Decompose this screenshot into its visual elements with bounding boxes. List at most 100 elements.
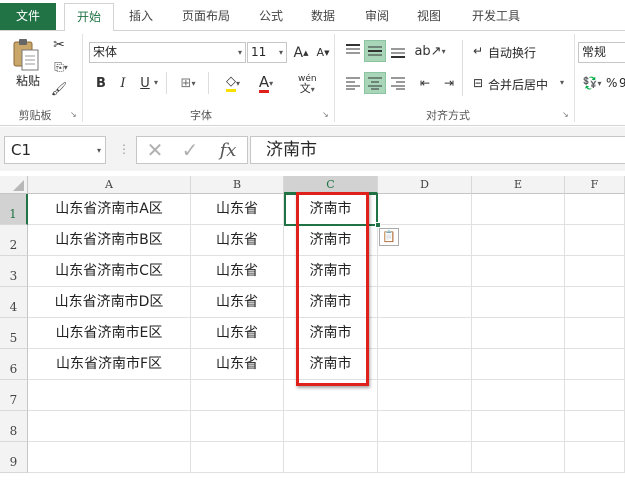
cell-f9[interactable]	[565, 442, 625, 473]
grow-font-button[interactable]: A ▲	[292, 42, 310, 63]
dialog-launcher-icon[interactable]: ↘	[322, 110, 329, 119]
cancel-icon[interactable]: ✕	[143, 138, 167, 162]
align-middle-icon[interactable]	[364, 40, 386, 62]
cell-d6[interactable]	[378, 349, 472, 380]
cell-b5[interactable]: 山东省	[191, 318, 284, 349]
shrink-font-button[interactable]: A ▼	[314, 42, 332, 63]
tab-developer[interactable]: 开发工具	[460, 3, 532, 30]
cell-c8[interactable]	[284, 411, 378, 442]
font-color-button[interactable]: A ▾	[254, 72, 278, 94]
format-painter-icon[interactable]: 🖌	[50, 80, 68, 98]
cell-f7[interactable]	[565, 380, 625, 411]
cell-e2[interactable]	[472, 225, 565, 256]
wrap-text-button[interactable]: 自动换行	[488, 44, 536, 61]
cell-f4[interactable]	[565, 287, 625, 318]
insert-function-button[interactable]: fx	[214, 138, 242, 162]
row-header[interactable]: 2	[0, 225, 28, 256]
column-header-f[interactable]: F	[565, 176, 625, 194]
cell-a3[interactable]: 山东省济南市C区	[28, 256, 191, 287]
paste-button-label[interactable]: 粘贴	[10, 72, 46, 89]
row-header[interactable]: 7	[0, 380, 28, 411]
wrap-text-icon[interactable]: ↵	[470, 42, 486, 60]
chevron-down-icon[interactable]: ▾	[154, 78, 158, 87]
cell-e6[interactable]	[472, 349, 565, 380]
cell-d5[interactable]	[378, 318, 472, 349]
cell-f2[interactable]	[565, 225, 625, 256]
cell-a2[interactable]: 山东省济南市B区	[28, 225, 191, 256]
cell-c9[interactable]	[284, 442, 378, 473]
tab-formulas[interactable]: 公式	[248, 3, 294, 30]
cell-b3[interactable]: 山东省	[191, 256, 284, 287]
decrease-indent-icon[interactable]: ⇤	[414, 72, 436, 94]
cell-d4[interactable]	[378, 287, 472, 318]
column-header-a[interactable]: A	[28, 176, 191, 194]
resize-handle-icon[interactable]: ⋮	[118, 142, 130, 156]
number-format-combo[interactable]: 常规	[578, 42, 625, 63]
copy-icon[interactable]: ⎘ ▾	[50, 58, 72, 76]
cell-b9[interactable]	[191, 442, 284, 473]
borders-icon[interactable]: ⊞ ▾	[176, 74, 200, 92]
cell-e3[interactable]	[472, 256, 565, 287]
dialog-launcher-icon[interactable]: ↘	[562, 110, 569, 119]
cell-a1[interactable]: 山东省济南市A区	[28, 194, 191, 225]
paste-icon[interactable]	[10, 38, 40, 72]
column-header-e[interactable]: E	[472, 176, 565, 194]
cell-f3[interactable]	[565, 256, 625, 287]
bold-button[interactable]: B	[94, 74, 108, 92]
cell-f1[interactable]	[565, 194, 625, 225]
cell-a8[interactable]	[28, 411, 191, 442]
cell-e4[interactable]	[472, 287, 565, 318]
tab-home[interactable]: 开始	[64, 3, 114, 31]
cell-b4[interactable]: 山东省	[191, 287, 284, 318]
cell-e1[interactable]	[472, 194, 565, 225]
column-header-b[interactable]: B	[191, 176, 284, 194]
cell-b1[interactable]: 山东省	[191, 194, 284, 225]
column-header-d[interactable]: D	[378, 176, 472, 194]
align-left-icon[interactable]	[342, 72, 364, 94]
fill-color-icon[interactable]: ◇ ▾	[222, 72, 244, 94]
flash-fill-options-icon[interactable]: 📋	[379, 228, 399, 246]
row-header[interactable]: 5	[0, 318, 28, 349]
font-size-combo[interactable]: 11 ▾	[247, 42, 287, 63]
cell-f6[interactable]	[565, 349, 625, 380]
cell-b2[interactable]: 山东省	[191, 225, 284, 256]
cell-f8[interactable]	[565, 411, 625, 442]
tab-review[interactable]: 审阅	[354, 3, 400, 30]
row-header[interactable]: 4	[0, 287, 28, 318]
tab-file[interactable]: 文件	[0, 3, 56, 30]
percent-style-button[interactable]: %	[606, 76, 617, 90]
cell-b6[interactable]: 山东省	[191, 349, 284, 380]
select-all-corner[interactable]	[0, 176, 28, 194]
cell-d9[interactable]	[378, 442, 472, 473]
cell-a6[interactable]: 山东省济南市F区	[28, 349, 191, 380]
row-header[interactable]: 3	[0, 256, 28, 287]
comma-style-button[interactable]: 9	[619, 76, 625, 90]
cell-d7[interactable]	[378, 380, 472, 411]
orientation-icon[interactable]: ab↗ ▾	[414, 40, 445, 62]
cell-a9[interactable]	[28, 442, 191, 473]
tab-view[interactable]: 视图	[406, 3, 452, 30]
chevron-down-icon[interactable]: ▾	[560, 78, 564, 87]
tab-insert[interactable]: 插入	[118, 3, 164, 30]
merge-center-button[interactable]: 合并后居中	[488, 76, 548, 93]
cell-a7[interactable]	[28, 380, 191, 411]
cell-e8[interactable]	[472, 411, 565, 442]
name-box[interactable]: C1 ▾	[4, 136, 106, 164]
cell-e9[interactable]	[472, 442, 565, 473]
cell-b7[interactable]	[191, 380, 284, 411]
phonetic-guide-button[interactable]: wén 文▾	[298, 74, 317, 95]
cut-icon[interactable]: ✂	[50, 36, 68, 54]
row-header[interactable]: 6	[0, 349, 28, 380]
align-bottom-icon[interactable]	[387, 40, 409, 62]
accounting-format-icon[interactable]: 💱 ▾	[580, 74, 604, 92]
underline-button[interactable]: U	[138, 74, 152, 92]
align-right-icon[interactable]	[387, 72, 409, 94]
align-center-icon[interactable]	[364, 72, 386, 94]
cell-d1[interactable]	[378, 194, 472, 225]
cell-f5[interactable]	[565, 318, 625, 349]
cell-a4[interactable]: 山东省济南市D区	[28, 287, 191, 318]
increase-indent-icon[interactable]: ⇥	[438, 72, 460, 94]
cell-e7[interactable]	[472, 380, 565, 411]
tab-data[interactable]: 数据	[300, 3, 346, 30]
merge-center-icon[interactable]: ⊟	[470, 74, 486, 92]
